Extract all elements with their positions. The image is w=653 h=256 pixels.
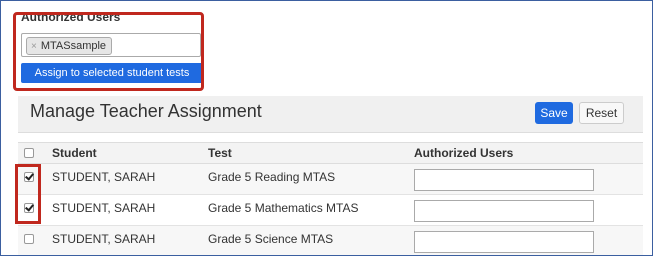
authorized-users-section: Authorized Users × MTASsample Assign to s… [15, 7, 210, 85]
remove-tag-icon[interactable]: × [31, 41, 37, 52]
row-select-cell[interactable] [18, 194, 46, 226]
row-checkbox[interactable] [24, 234, 34, 244]
test-column-header: Test [202, 142, 408, 164]
row-checkbox[interactable] [24, 203, 34, 213]
row-select-cell[interactable] [18, 163, 46, 195]
student-cell: STUDENT, SARAH [46, 194, 202, 226]
reset-button[interactable]: Reset [579, 102, 624, 124]
test-cell: Grade 5 Reading MTAS [202, 163, 408, 195]
student-cell: STUDENT, SARAH [46, 163, 202, 195]
page-title: Manage Teacher Assignment [30, 101, 262, 121]
panel-header: Manage Teacher Assignment Save Reset [18, 96, 643, 133]
authorized-users-row-input[interactable] [414, 231, 594, 253]
student-cell: STUDENT, SARAH [46, 225, 202, 255]
authorized-users-row-input[interactable] [414, 200, 594, 222]
assignment-table: Student Test Authorized Users STUDENT, S… [18, 142, 643, 255]
select-all-checkbox[interactable] [24, 148, 34, 158]
table-row: STUDENT, SARAH Grade 5 Science MTAS [18, 225, 643, 255]
authorized-users-row-input[interactable] [414, 169, 594, 191]
row-select-cell[interactable] [18, 225, 46, 255]
authorized-users-cell [408, 163, 643, 195]
authorized-users-cell [408, 194, 643, 226]
assign-to-selected-button[interactable]: Assign to selected student tests [21, 63, 203, 83]
table-header-row: Student Test Authorized Users [18, 142, 643, 164]
table-row: STUDENT, SARAH Grade 5 Reading MTAS [18, 163, 643, 195]
authorized-users-cell [408, 225, 643, 255]
user-tag-label: MTASsample [40, 40, 107, 52]
authorized-users-label: Authorized Users [21, 10, 121, 24]
test-cell: Grade 5 Science MTAS [202, 225, 408, 255]
save-button[interactable]: Save [535, 102, 573, 124]
screenshot-frame: Authorized Users × MTASsample Assign to s… [0, 0, 653, 256]
authorized-users-column-header: Authorized Users [408, 142, 643, 164]
student-column-header: Student [46, 142, 202, 164]
authorized-users-tag-input[interactable]: × MTASsample [21, 33, 201, 57]
table-row: STUDENT, SARAH Grade 5 Mathematics MTAS [18, 194, 643, 226]
row-checkbox[interactable] [24, 172, 34, 182]
user-tag[interactable]: × MTASsample [26, 37, 113, 55]
select-all-header[interactable] [18, 142, 46, 164]
manage-teacher-assignment-panel: Manage Teacher Assignment Save Reset Stu… [18, 96, 643, 255]
test-cell: Grade 5 Mathematics MTAS [202, 194, 408, 226]
